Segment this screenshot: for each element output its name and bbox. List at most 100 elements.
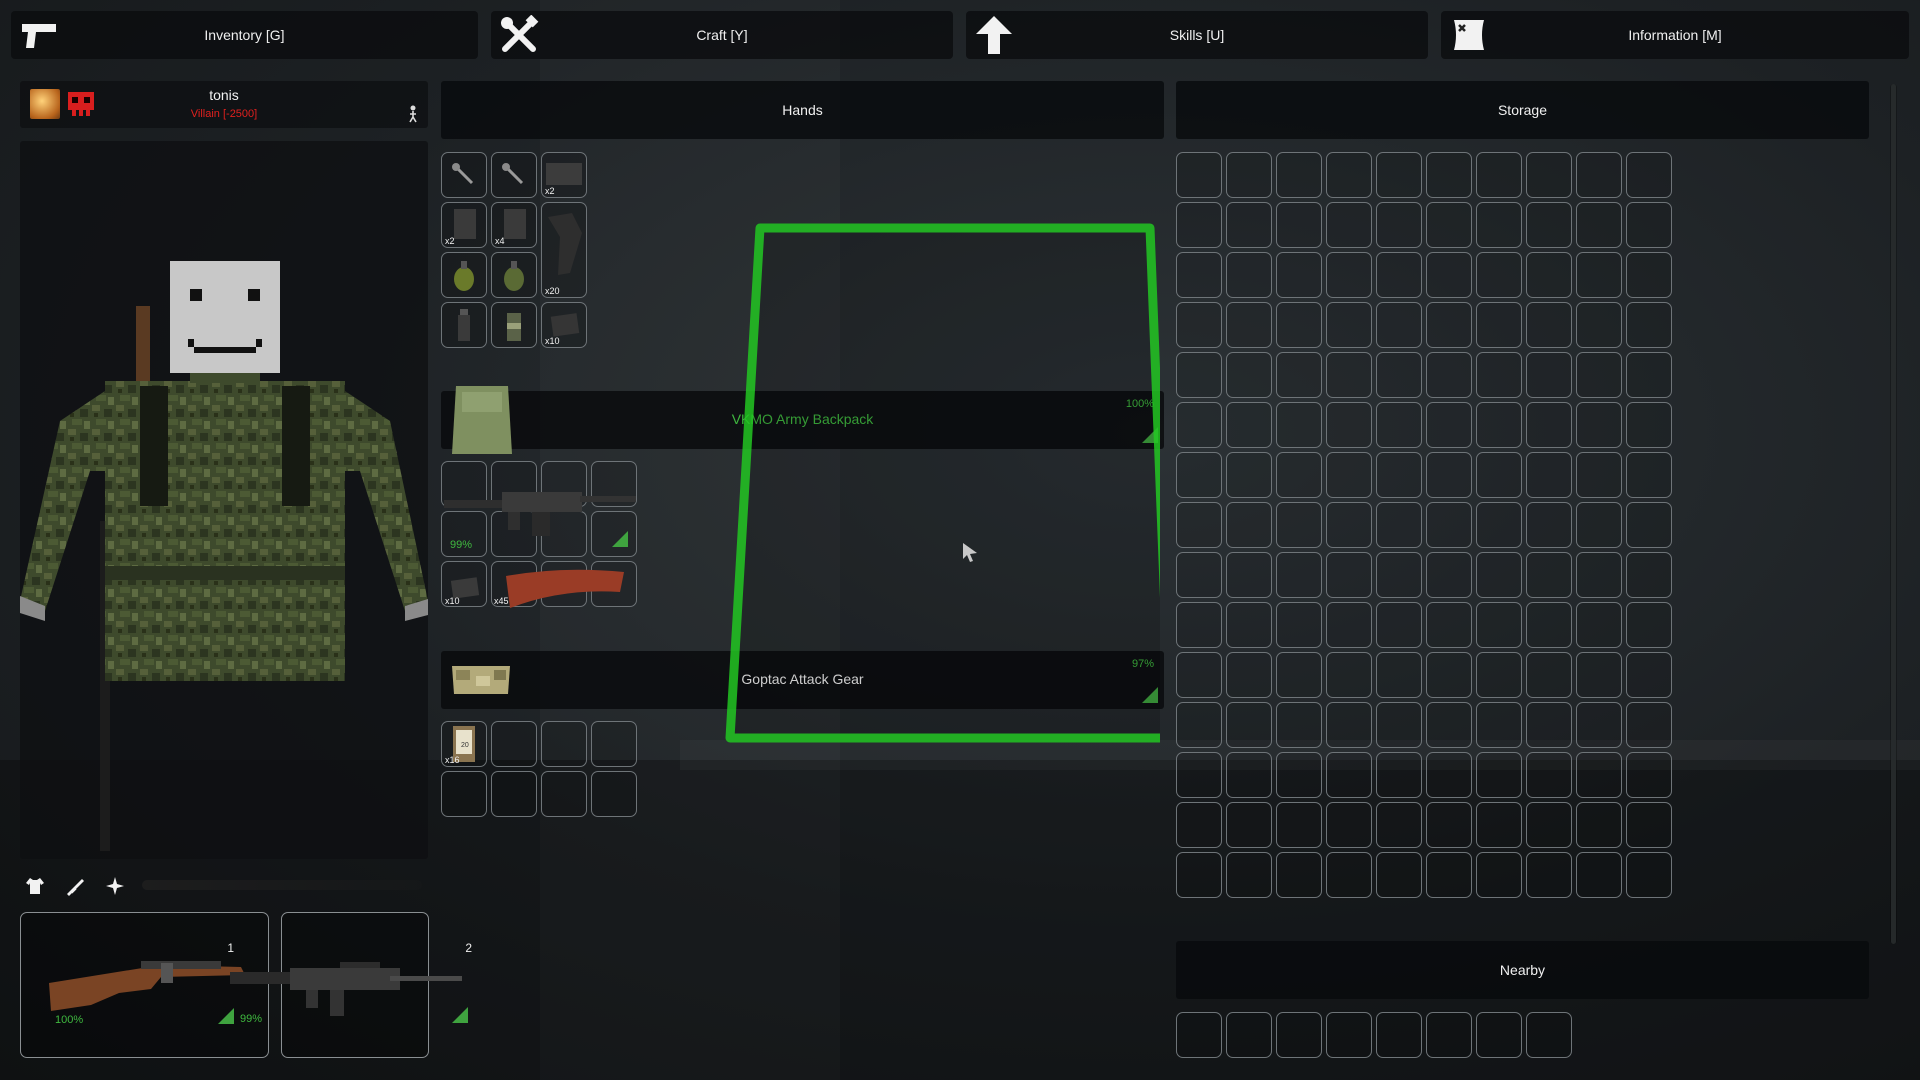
storage-cell[interactable] [1326, 302, 1372, 348]
storage-cell[interactable] [1626, 202, 1672, 248]
storage-cell[interactable] [1476, 302, 1522, 348]
storage-cell[interactable] [1476, 352, 1522, 398]
storage-cell[interactable] [1526, 602, 1572, 648]
storage-cell[interactable] [1576, 552, 1622, 598]
storage-cell[interactable] [1376, 552, 1422, 598]
storage-cell[interactable] [1276, 602, 1322, 648]
storage-cell[interactable] [1176, 702, 1222, 748]
storage-cell[interactable] [1226, 602, 1272, 648]
tab-information[interactable]: Information [M] [1441, 11, 1909, 59]
storage-cell[interactable] [1426, 252, 1472, 298]
storage-cell[interactable] [1176, 452, 1222, 498]
storage-cell[interactable] [1376, 402, 1422, 448]
storage-cell[interactable] [1376, 652, 1422, 698]
storage-cell[interactable] [1326, 352, 1372, 398]
storage-scrollbar-thumb[interactable] [1891, 84, 1896, 944]
storage-cell[interactable] [1276, 852, 1322, 898]
hands-slot-wrench-1[interactable] [441, 152, 487, 198]
storage-cell[interactable] [1276, 552, 1322, 598]
shirt-icon[interactable] [24, 875, 46, 897]
storage-cell[interactable] [1526, 702, 1572, 748]
vest-cell[interactable] [591, 721, 637, 767]
storage-cell[interactable] [1426, 752, 1472, 798]
hands-slot-rag[interactable]: x10 [541, 302, 587, 348]
storage-cell[interactable] [1626, 402, 1672, 448]
storage-cell[interactable] [1526, 852, 1572, 898]
storage-cell[interactable] [1526, 452, 1572, 498]
storage-cell[interactable] [1326, 502, 1372, 548]
storage-cell[interactable] [1626, 352, 1672, 398]
storage-cell[interactable] [1626, 452, 1672, 498]
hands-slot-cloth[interactable]: x2 [541, 152, 587, 198]
storage-cell[interactable] [1176, 652, 1222, 698]
storage-cell[interactable] [1576, 302, 1622, 348]
hands-slot-grenade-1[interactable] [441, 252, 487, 298]
storage-cell[interactable] [1176, 152, 1222, 198]
storage-cell[interactable] [1626, 752, 1672, 798]
storage-cell[interactable] [1476, 752, 1522, 798]
storage-cell[interactable] [1576, 852, 1622, 898]
hands-slot-bandage-1[interactable]: x2 [441, 202, 487, 248]
storage-cell[interactable] [1226, 852, 1272, 898]
storage-cell[interactable] [1276, 302, 1322, 348]
storage-cell[interactable] [1376, 202, 1422, 248]
storage-cell[interactable] [1226, 402, 1272, 448]
storage-cell[interactable] [1226, 352, 1272, 398]
storage-cell[interactable] [1226, 152, 1272, 198]
storage-cell[interactable] [1376, 252, 1422, 298]
storage-cell[interactable] [1476, 552, 1522, 598]
storage-cell[interactable] [1376, 752, 1422, 798]
nearby-cell[interactable] [1526, 1012, 1572, 1058]
storage-cell[interactable] [1376, 502, 1422, 548]
storage-cell[interactable] [1476, 652, 1522, 698]
hands-slot-bandage-2[interactable]: x4 [491, 202, 537, 248]
storage-cell[interactable] [1626, 252, 1672, 298]
storage-cell[interactable] [1576, 252, 1622, 298]
storage-cell[interactable] [1476, 252, 1522, 298]
storage-cell[interactable] [1226, 552, 1272, 598]
storage-cell[interactable] [1226, 202, 1272, 248]
storage-cell[interactable] [1626, 602, 1672, 648]
tab-craft[interactable]: Craft [Y] [491, 11, 953, 59]
hands-slot-wrench-2[interactable] [491, 152, 537, 198]
storage-cell[interactable] [1176, 552, 1222, 598]
storage-cell[interactable] [1326, 652, 1372, 698]
storage-cell[interactable] [1526, 502, 1572, 548]
vest-cell[interactable] [441, 771, 487, 817]
storage-cell[interactable] [1526, 202, 1572, 248]
storage-cell[interactable] [1376, 352, 1422, 398]
storage-cell[interactable] [1626, 852, 1672, 898]
hands-slot-flashbang[interactable] [441, 302, 487, 348]
storage-cell[interactable] [1576, 502, 1622, 548]
storage-cell[interactable] [1376, 152, 1422, 198]
storage-cell[interactable] [1626, 552, 1672, 598]
storage-cell[interactable] [1426, 552, 1472, 598]
storage-cell[interactable] [1176, 752, 1222, 798]
storage-cell[interactable] [1376, 602, 1422, 648]
storage-cell[interactable] [1426, 402, 1472, 448]
storage-cell[interactable] [1326, 852, 1372, 898]
storage-cell[interactable] [1576, 352, 1622, 398]
storage-cell[interactable] [1326, 252, 1372, 298]
storage-cell[interactable] [1426, 152, 1472, 198]
storage-cell[interactable] [1626, 802, 1672, 848]
storage-cell[interactable] [1376, 302, 1422, 348]
storage-cell[interactable] [1476, 602, 1522, 648]
storage-cell[interactable] [1326, 202, 1372, 248]
storage-cell[interactable] [1426, 802, 1472, 848]
nearby-cell[interactable] [1476, 1012, 1522, 1058]
storage-cell[interactable] [1276, 402, 1322, 448]
storage-cell[interactable] [1276, 352, 1322, 398]
storage-cell[interactable] [1226, 802, 1272, 848]
storage-cell[interactable] [1176, 802, 1222, 848]
hands-slot-grenade-2[interactable] [491, 252, 537, 298]
storage-cell[interactable] [1476, 502, 1522, 548]
storage-cell[interactable] [1176, 252, 1222, 298]
storage-cell[interactable] [1326, 802, 1372, 848]
storage-cell[interactable] [1226, 702, 1272, 748]
storage-cell[interactable] [1576, 752, 1622, 798]
storage-cell[interactable] [1526, 352, 1572, 398]
storage-cell[interactable] [1376, 452, 1422, 498]
storage-cell[interactable] [1226, 302, 1272, 348]
vest-cell[interactable] [541, 721, 587, 767]
